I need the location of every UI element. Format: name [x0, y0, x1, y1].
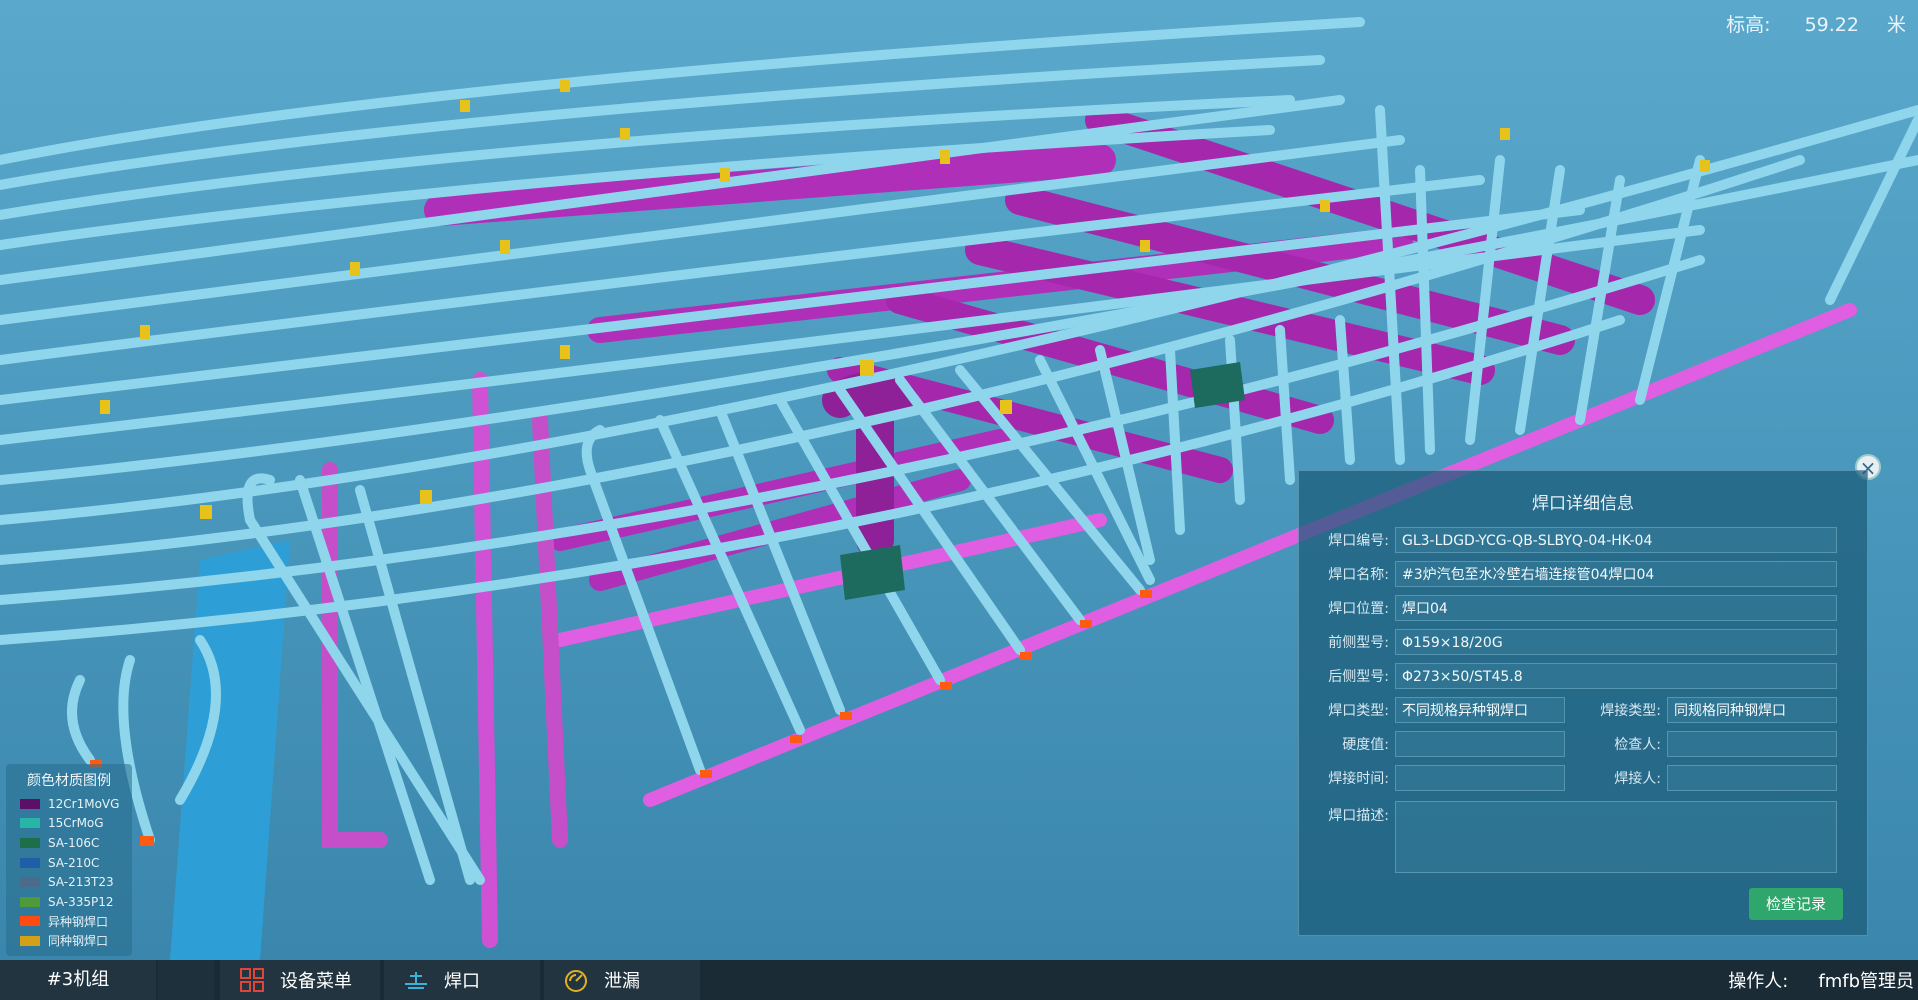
hardness-field[interactable]: [1395, 731, 1565, 757]
inspector-field[interactable]: [1667, 731, 1837, 757]
field-label: 焊接人:: [1614, 771, 1661, 787]
check-record-button[interactable]: 检查记录: [1749, 888, 1843, 920]
legend-swatch: [20, 798, 40, 809]
legend-item: 15CrMoG: [6, 814, 132, 834]
elevation-label: 标高:: [1726, 14, 1771, 36]
field-label: 前侧型号:: [1328, 635, 1389, 651]
field-label: 后侧型号:: [1328, 669, 1389, 685]
weld-position-field[interactable]: 焊口04: [1395, 595, 1837, 621]
field-row-front-model: 前侧型号: Φ159×18/20G: [1299, 629, 1837, 655]
leak-gauge-icon: [565, 970, 587, 992]
field-label: 检查人:: [1614, 737, 1661, 753]
legend-swatch: [20, 896, 40, 907]
weld-type-field[interactable]: 同规格同种钢焊口: [1667, 697, 1837, 723]
material-color-legend: 颜色材质图例 12Cr1MoVG 15CrMoG SA-106C SA-210C SA-…: [6, 764, 132, 956]
legend-swatch: [20, 818, 40, 829]
field-row-types: 焊口类型: 不同规格异种钢焊口 焊接类型: 同规格同种钢焊口: [1299, 697, 1837, 723]
field-row-description: 焊口描述:: [1299, 801, 1837, 873]
leak-button[interactable]: 泄漏: [544, 960, 700, 1000]
weld-detail-panel: 焊口详细信息 焊口编号: GL3-LDGD-YCG-QB-SLBYQ-04-HK…: [1298, 470, 1868, 936]
operator-label: 操作人:: [1728, 971, 1789, 992]
panel-title: 焊口详细信息: [1532, 494, 1634, 514]
field-row-code: 焊口编号: GL3-LDGD-YCG-QB-SLBYQ-04-HK-04: [1299, 527, 1837, 553]
legend-label: SA-210C: [48, 855, 100, 870]
rear-model-field[interactable]: Φ273×50/ST45.8: [1395, 663, 1837, 689]
weld-joint-icon: [405, 972, 427, 989]
weld-joint-button[interactable]: 焊口: [384, 960, 540, 1000]
legend-item: SA-106C: [6, 833, 132, 853]
field-label: 焊口描述:: [1328, 808, 1389, 824]
legend-label: 12Cr1MoVG: [48, 796, 120, 811]
description-textarea[interactable]: [1395, 801, 1837, 873]
tee-joint: [1190, 362, 1245, 408]
equipment-menu-button[interactable]: 设备菜单: [220, 960, 380, 1000]
legend-label: 15CrMoG: [48, 816, 104, 831]
weld-code-field[interactable]: GL3-LDGD-YCG-QB-SLBYQ-04-HK-04: [1395, 527, 1837, 553]
legend-item: 同种钢焊口: [6, 931, 132, 951]
field-row-rear-model: 后侧型号: Φ273×50/ST45.8: [1299, 663, 1837, 689]
legend-label: SA-106C: [48, 835, 100, 850]
field-row-weld-time: 焊接时间: 焊接人:: [1299, 765, 1837, 791]
unit-selector[interactable]: #3机组: [0, 960, 156, 1000]
legend-label: 同种钢焊口: [48, 934, 109, 949]
joint-type-field[interactable]: 不同规格异种钢焊口: [1395, 697, 1565, 723]
weld-time-field[interactable]: [1395, 765, 1565, 791]
field-row-position: 焊口位置: 焊口04: [1299, 595, 1837, 621]
legend-title: 颜色材质图例: [27, 773, 111, 789]
field-row-hardness: 硬度值: 检查人:: [1299, 731, 1837, 757]
field-label: 焊口编号:: [1328, 533, 1389, 549]
operator-info: 操作人: fmfb管理员: [1728, 960, 1918, 1000]
legend-swatch: [20, 935, 40, 946]
legend-item: SA-213T23: [6, 872, 132, 892]
elevation-unit: 米: [1886, 14, 1906, 36]
legend-swatch: [20, 857, 40, 868]
weld-joint-label: 焊口: [444, 971, 480, 992]
elevation-readout: 标高: 59.22 米: [1726, 10, 1906, 37]
front-model-field[interactable]: Φ159×18/20G: [1395, 629, 1837, 655]
leak-label: 泄漏: [604, 971, 640, 992]
field-label: 焊口位置:: [1328, 601, 1389, 617]
legend-label: SA-335P12: [48, 894, 114, 909]
field-label: 硬度值:: [1342, 737, 1389, 753]
field-label: 焊口名称:: [1328, 567, 1389, 583]
equipment-menu-label: 设备菜单: [280, 971, 352, 992]
field-label: 焊接类型:: [1600, 703, 1661, 719]
welder-field[interactable]: [1667, 765, 1837, 791]
field-row-name: 焊口名称: #3炉汽包至水冷壁右墙连接管04焊口04: [1299, 561, 1837, 587]
taskbar-spacer: [158, 960, 214, 1000]
legend-item: SA-335P12: [6, 892, 132, 912]
legend-item: 异种钢焊口: [6, 912, 132, 932]
field-label: 焊接时间:: [1328, 771, 1389, 787]
bottom-taskbar: #3机组 设备菜单 焊口 泄漏 操作人: fmfb管理员: [0, 960, 1918, 1000]
legend-item: 12Cr1MoVG: [6, 794, 132, 814]
legend-item: SA-210C: [6, 853, 132, 873]
legend-label: SA-213T23: [48, 875, 114, 890]
legend-swatch: [20, 916, 40, 927]
field-label: 焊口类型:: [1328, 703, 1389, 719]
operator-name: fmfb管理员: [1818, 971, 1914, 992]
legend-swatch: [20, 877, 40, 888]
legend-swatch: [20, 837, 40, 848]
weld-name-field[interactable]: #3炉汽包至水冷壁右墙连接管04焊口04: [1395, 561, 1837, 587]
grid-menu-icon: [240, 968, 264, 992]
legend-label: 异种钢焊口: [48, 914, 109, 929]
elevation-value: 59.22: [1804, 14, 1859, 36]
